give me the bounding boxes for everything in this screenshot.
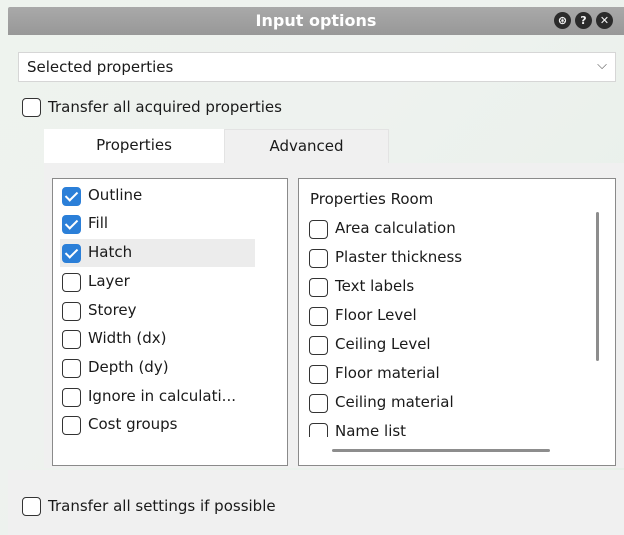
horizontal-scrollbar[interactable] (332, 449, 550, 452)
transfer-all-settings-label: Transfer all settings if possible (48, 497, 276, 515)
list-item: Ceiling material (335, 393, 454, 411)
dropdown-value: Selected properties (27, 58, 174, 76)
title-bar: Input options ⊛ ? ✕ (8, 7, 624, 35)
depth-checkbox[interactable] (62, 359, 81, 378)
pin-icon[interactable]: ⊛ (554, 12, 571, 29)
list-item: Ignore in calculati... (88, 387, 236, 405)
list-item: Layer (88, 272, 130, 290)
width-checkbox[interactable] (62, 330, 81, 349)
list-item: Width (dx) (88, 329, 167, 347)
floor-material-checkbox[interactable] (309, 365, 328, 384)
list-item: Hatch (88, 243, 133, 261)
room-properties-viewport: Properties Room Area calculation Plaster… (299, 179, 615, 437)
help-icon[interactable]: ? (575, 12, 592, 29)
text-labels-checkbox[interactable] (309, 278, 328, 297)
list-item: Cost groups (88, 415, 178, 433)
tab-properties-label: Properties (96, 136, 172, 154)
list-item: Floor material (335, 364, 440, 382)
list-item: Text labels (335, 277, 415, 295)
transfer-all-settings-checkbox[interactable] (22, 497, 41, 516)
chevron-down-icon: ⌵ (597, 58, 607, 73)
list-item: Plaster thickness (335, 248, 463, 266)
room-properties-header: Properties Room (310, 190, 434, 208)
window-title: Input options (255, 11, 377, 30)
list-item: Area calculation (335, 219, 456, 237)
area-calculation-checkbox[interactable] (309, 220, 328, 239)
transfer-all-acquired-checkbox[interactable] (22, 98, 41, 117)
vertical-scrollbar[interactable] (596, 212, 599, 361)
hatch-checkbox[interactable] (62, 244, 81, 263)
fill-checkbox[interactable] (62, 215, 81, 234)
input-options-panel: Input options ⊛ ? ✕ Selected properties … (0, 0, 624, 535)
storey-checkbox[interactable] (62, 302, 81, 321)
list-item: Fill (88, 214, 109, 232)
outline-checkbox[interactable] (62, 187, 81, 206)
property-selection-dropdown[interactable]: Selected properties ⌵ (18, 52, 616, 82)
tab-advanced[interactable]: Advanced (224, 129, 389, 163)
list-item: Depth (dy) (88, 358, 169, 376)
list-item: Outline (88, 186, 143, 204)
list-item: Ceiling Level (335, 335, 431, 353)
tab-advanced-label: Advanced (269, 137, 344, 155)
floor-level-checkbox[interactable] (309, 307, 328, 326)
tab-properties[interactable]: Properties (44, 129, 224, 163)
close-icon[interactable]: ✕ (596, 12, 613, 29)
list-item: Name list (335, 422, 407, 437)
plaster-thickness-checkbox[interactable] (309, 249, 328, 268)
transfer-all-acquired-label: Transfer all acquired properties (48, 98, 282, 116)
ceiling-material-checkbox[interactable] (309, 394, 328, 413)
ignore-in-calculation-checkbox[interactable] (62, 388, 81, 407)
cost-groups-checkbox[interactable] (62, 416, 81, 435)
list-item: Floor Level (335, 306, 417, 324)
name-list-checkbox[interactable] (309, 423, 328, 437)
list-item: Storey (88, 301, 137, 319)
ceiling-level-checkbox[interactable] (309, 336, 328, 355)
layer-checkbox[interactable] (62, 273, 81, 292)
